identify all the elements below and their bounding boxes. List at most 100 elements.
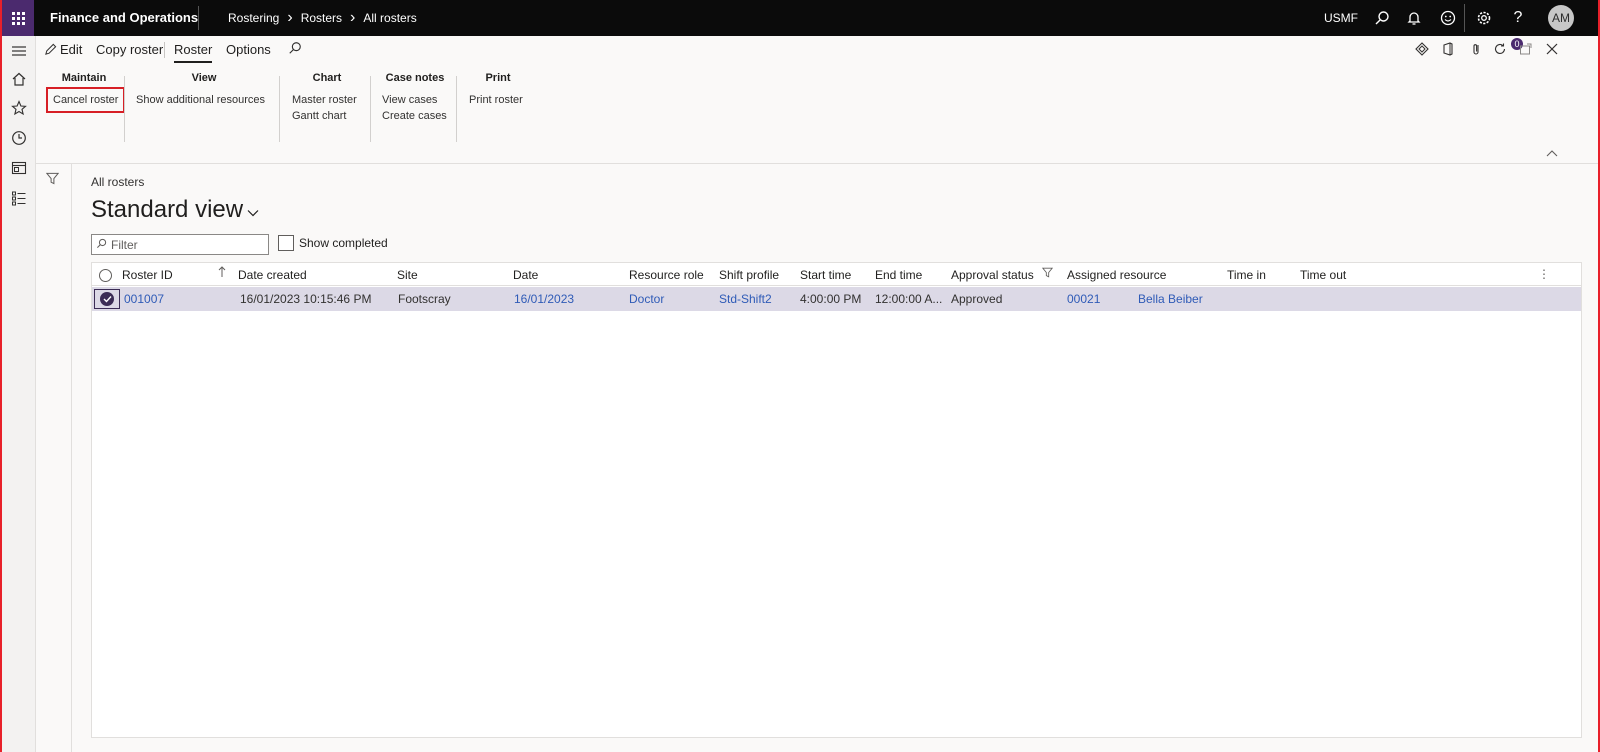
action-ribbon: Maintain Cancel roster View Show additio… [36,64,1598,164]
cell-start-time: 4:00:00 PM [800,292,862,306]
left-navigation-pane [2,36,36,752]
cell-resource-role[interactable]: Doctor [629,292,664,306]
filter-search-icon [96,238,107,252]
waffle-icon[interactable] [2,0,34,36]
create-cases-button[interactable]: Create cases [382,108,448,124]
column-header-site[interactable]: Site [397,268,418,282]
tab-roster[interactable]: Roster [174,42,213,63]
close-icon[interactable] [1544,41,1560,57]
filter-pane [36,164,72,752]
group-title-maintain: Maintain [61,72,107,84]
cell-shift-profile[interactable]: Std-Shift2 [719,292,772,306]
ribbon-group-case-notes: Case notes View cases Create cases [382,72,448,124]
column-header-date[interactable]: Date [513,268,538,282]
show-completed-toggle[interactable]: Show completed [278,235,388,251]
edit-button[interactable]: Edit [44,42,82,57]
app-title[interactable]: Finance and Operations [50,10,198,25]
power-apps-icon[interactable] [1414,41,1430,57]
cancel-roster-button-wrap: Cancel roster [46,87,126,113]
gear-icon[interactable] [1474,8,1494,28]
chevron-down-icon [247,204,259,220]
select-all-radio[interactable] [99,269,112,282]
ribbon-divider [124,76,125,142]
ribbon-group-print: Print Print roster [469,72,527,108]
chevron-right-icon: › [350,9,356,26]
cell-date-created: 16/01/2023 10:15:46 PM [240,292,372,306]
pencil-icon [45,43,57,55]
clock-icon[interactable] [10,129,28,147]
help-icon[interactable]: ? [1508,8,1528,28]
hamburger-icon[interactable] [10,42,28,60]
column-filter-icon[interactable] [1041,267,1054,281]
tab-options[interactable]: Options [226,42,271,57]
collapse-ribbon-icon[interactable] [1546,146,1558,160]
column-header-roster-id[interactable]: Roster ID [122,268,173,282]
column-header-time-out[interactable]: Time out [1300,268,1346,282]
breadcrumb-all-rosters[interactable]: All rosters [363,11,416,25]
cell-date[interactable]: 16/01/2023 [514,292,574,306]
open-new-window-icon[interactable] [1518,41,1534,57]
column-header-time-in[interactable]: Time in [1227,268,1266,282]
app-window: Finance and Operations Rostering › Roste… [2,0,1598,752]
view-cases-button[interactable]: View cases [382,92,448,108]
ribbon-group-view: View Show additional resources [136,72,272,108]
smiley-icon[interactable] [1438,8,1458,28]
breadcrumb: Rostering › Rosters › All rosters [228,9,417,26]
filter-funnel-icon[interactable] [45,172,60,188]
group-title-case-notes: Case notes [385,72,445,84]
view-selector[interactable]: Standard view [91,196,259,224]
star-icon[interactable] [10,99,28,117]
action-search-icon[interactable] [288,41,302,58]
checkmark-icon [100,292,114,306]
cell-assigned-resource-id[interactable]: 00021 [1067,292,1100,306]
copy-roster-button[interactable]: Copy roster [96,42,163,57]
column-header-end-time[interactable]: End time [875,268,922,282]
more-options-icon[interactable]: ⋮ [1538,267,1550,281]
ribbon-divider [456,76,457,142]
column-header-assigned-resource[interactable]: Assigned resource [1067,268,1166,282]
column-header-shift-profile[interactable]: Shift profile [719,268,779,282]
show-additional-resources-button[interactable]: Show additional resources [136,92,272,108]
show-completed-checkbox[interactable] [278,235,294,251]
print-roster-button[interactable]: Print roster [469,92,527,108]
office-icon[interactable] [1440,41,1456,57]
ribbon-group-chart: Chart Master roster Gantt chart [292,72,362,124]
ribbon-group-maintain: Maintain Cancel roster [46,72,126,113]
filter-input[interactable] [111,237,261,252]
column-header-date-created[interactable]: Date created [238,268,307,282]
bell-icon[interactable] [1404,8,1424,28]
edit-label: Edit [60,42,83,57]
group-title-print: Print [485,72,511,84]
column-header-start-time[interactable]: Start time [800,268,851,282]
avatar[interactable]: AM [1548,5,1574,31]
company-picker[interactable]: USMF [1324,11,1358,25]
cell-end-time: 12:00:00 A... [875,292,943,306]
gantt-chart-button[interactable]: Gantt chart [292,108,362,124]
modules-list-icon[interactable] [10,189,28,207]
row-select-checkbox[interactable] [94,289,120,309]
table-row[interactable]: 001007 16/01/2023 10:15:46 PM Footscray … [92,287,1581,311]
filter-field [91,234,269,255]
cell-roster-id[interactable]: 001007 [124,292,164,306]
breadcrumb-rostering[interactable]: Rostering [228,11,279,25]
top-navigation-bar: Finance and Operations Rostering › Roste… [2,0,1598,36]
topbar-divider [1464,4,1465,32]
group-title-view: View [191,72,217,84]
refresh-icon[interactable] [1492,41,1508,57]
cell-assigned-resource-name[interactable]: Bella Beiber [1138,292,1203,306]
action-divider [164,42,165,58]
column-header-resource-role[interactable]: Resource role [629,268,704,282]
cell-approval-status: Approved [951,292,1003,306]
sort-ascending-icon[interactable] [218,266,226,281]
attachment-icon[interactable] [1468,41,1484,57]
page-title: Standard view [91,196,244,223]
column-header-approval-status[interactable]: Approval status [951,268,1034,282]
group-title-chart: Chart [312,72,342,84]
title-divider [198,6,199,30]
workspace-icon[interactable] [10,159,28,177]
home-icon[interactable] [10,70,28,88]
search-icon[interactable] [1372,8,1392,28]
master-roster-button[interactable]: Master roster [292,92,362,108]
breadcrumb-rosters[interactable]: Rosters [301,11,342,25]
cancel-roster-button[interactable]: Cancel roster [46,87,126,113]
